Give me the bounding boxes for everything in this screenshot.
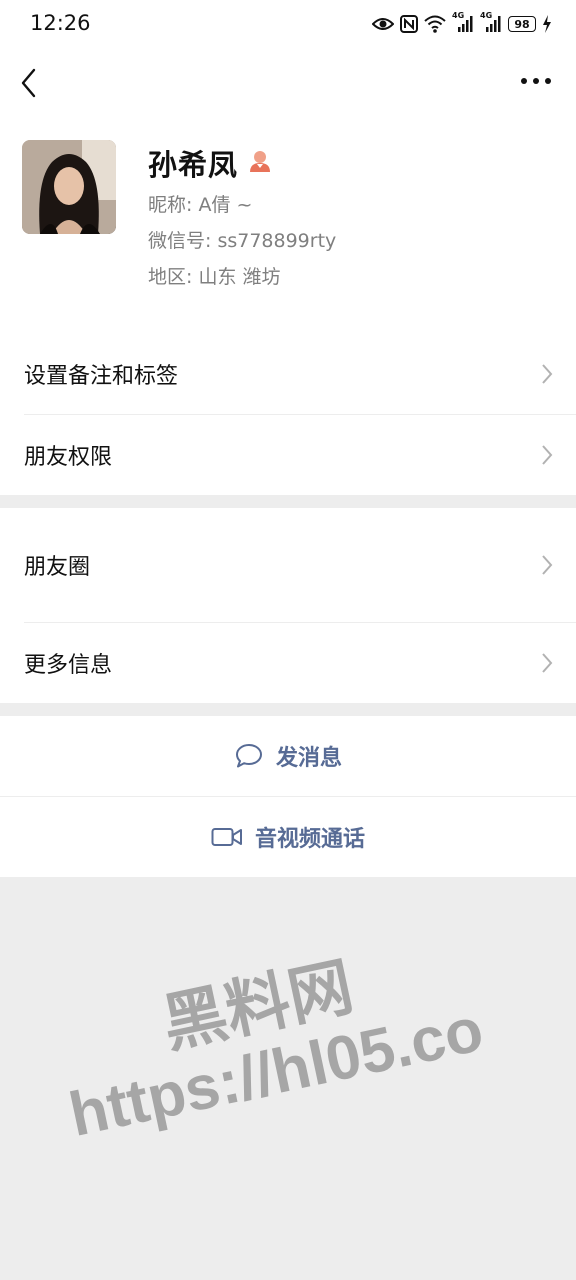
friend-permissions-label: 朋友权限 [24, 445, 113, 470]
chat-bubble-icon [235, 744, 262, 768]
status-bar: 12:26 4G 4G 98 [0, 0, 576, 48]
chevron-right-icon [542, 364, 553, 384]
remark-tags-label: 设置备注和标签 [24, 364, 179, 389]
chevron-left-icon [21, 68, 36, 98]
region-text: 地区: 山东 潍坊 [148, 266, 281, 288]
network-label-1: 4G [452, 11, 465, 20]
nickname-text: 昵称: A倩 ~ [148, 194, 253, 216]
chevron-right-icon [542, 653, 553, 673]
eye-icon [372, 16, 394, 32]
watermark: 黑料网 https://hl05.co [40, 912, 576, 1216]
video-camera-icon [211, 828, 242, 846]
nav-bar [0, 48, 576, 118]
female-icon [248, 149, 272, 177]
contact-name: 孙希凤 [148, 148, 239, 182]
more-button[interactable] [516, 66, 556, 96]
nfc-icon [400, 15, 418, 33]
settings-section: 设置备注和标签 朋友权限 [0, 334, 576, 495]
wechat-id-text: 微信号: ss778899rty [148, 230, 337, 252]
status-time: 12:26 [30, 11, 91, 35]
video-call-label: 音视频通话 [254, 827, 365, 852]
wifi-icon [424, 15, 446, 33]
moments-cell[interactable]: 朋友圈 [24, 508, 576, 623]
name-row: 孙希凤 [148, 142, 272, 184]
network-label-2: 4G [480, 11, 493, 20]
avatar[interactable] [22, 140, 116, 234]
status-icons: 4G 4G 98 [372, 10, 552, 38]
more-info-cell[interactable]: 更多信息 [24, 623, 576, 703]
signal-icon: 4G [452, 11, 474, 33]
remark-tags-cell[interactable]: 设置备注和标签 [24, 334, 576, 415]
moments-section: 朋友圈 更多信息 [0, 508, 576, 703]
friend-permissions-cell[interactable]: 朋友权限 [24, 415, 576, 495]
send-message-button[interactable]: 发消息 [0, 716, 576, 797]
back-button[interactable] [12, 62, 52, 104]
video-call-button[interactable]: 音视频通话 [0, 797, 576, 877]
more-dots-icon [521, 78, 551, 84]
signal-icon: 4G [480, 11, 502, 33]
more-info-label: 更多信息 [24, 653, 113, 678]
charging-icon [542, 15, 552, 33]
actions-section: 发消息 音视频通话 [0, 716, 576, 877]
chevron-right-icon [542, 445, 553, 465]
moments-label: 朋友圈 [24, 555, 91, 580]
battery-icon: 98 [508, 16, 536, 32]
send-message-label: 发消息 [275, 746, 342, 771]
profile-card: 孙希凤 昵称: A倩 ~ 微信号: ss778899rty 地区: 山东 潍坊 [0, 118, 576, 334]
chevron-right-icon [542, 555, 553, 575]
